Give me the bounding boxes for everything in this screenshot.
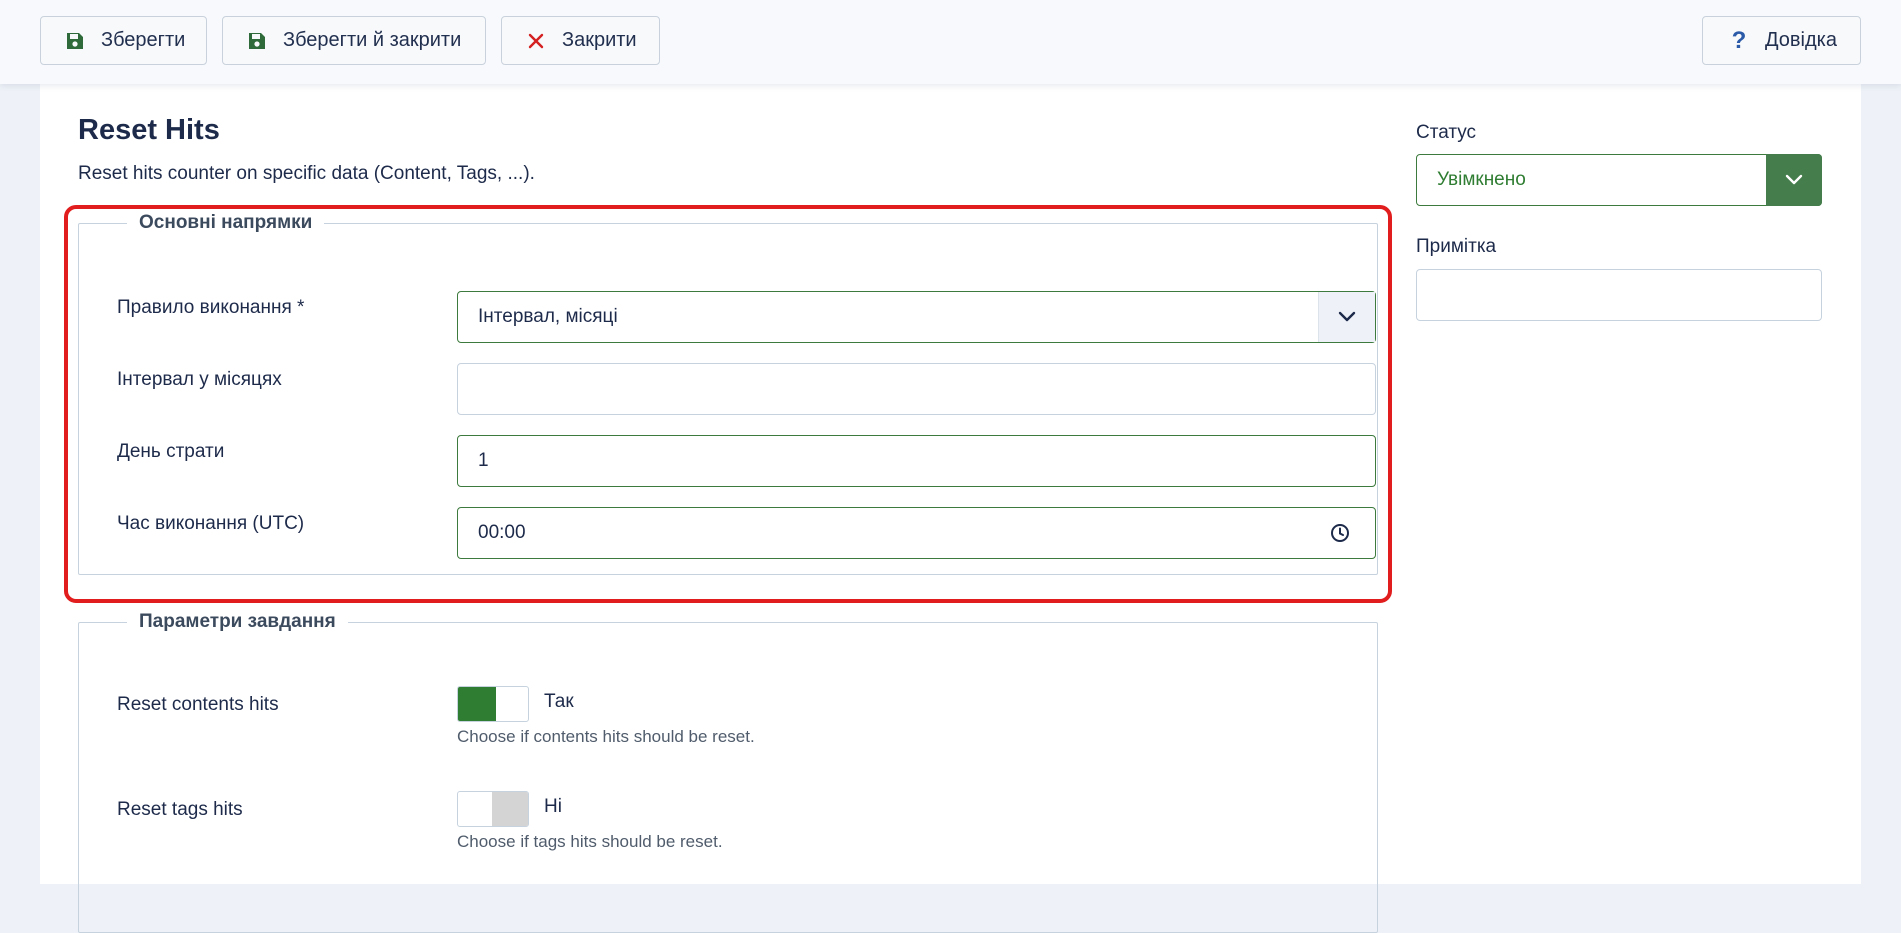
main-settings-group: Основні напрямки Правило виконання * Інт… [78, 212, 1378, 575]
status-label: Статус [1416, 122, 1477, 143]
execution-rule-value: Інтервал, місяці [478, 306, 618, 327]
chevron-down-icon [1766, 154, 1822, 206]
reset-contents-hits-label: Reset contents hits [117, 694, 279, 715]
save-icon [63, 29, 87, 53]
close-icon [524, 29, 548, 53]
reset-tags-hits-toggle[interactable] [457, 791, 529, 827]
toolbar: Зберегти Зберегти й закрити Закрити ? До… [0, 0, 1901, 84]
reset-contents-hits-toggle[interactable] [457, 686, 529, 722]
execution-time-value: 00:00 [478, 522, 526, 543]
save-button[interactable]: Зберегти [40, 16, 207, 65]
page-title: Reset Hits [78, 114, 220, 146]
reset-tags-hits-label: Reset tags hits [117, 799, 243, 820]
reset-tags-hits-state: Ні [544, 796, 562, 817]
task-parameters-legend: Параметри завдання [139, 611, 336, 632]
execution-time-input[interactable]: 00:00 [457, 507, 1376, 559]
execution-day-value: 1 [478, 450, 489, 471]
main-settings-legend: Основні напрямки [139, 212, 313, 233]
interval-months-label: Інтервал у місяцях [117, 369, 282, 390]
toggle-on-indicator [458, 687, 496, 721]
reset-contents-hits-state: Так [544, 691, 574, 712]
status-select[interactable]: Увімкнено [1416, 154, 1822, 206]
note-label: Примітка [1416, 236, 1497, 257]
page-description: Reset hits counter on specific data (Con… [78, 163, 535, 184]
task-parameters-group: Параметри завдання Reset contents hits Т… [78, 611, 1378, 933]
save-label: Зберегти [101, 29, 186, 51]
close-button[interactable]: Закрити [501, 16, 660, 65]
execution-day-label: День страти [117, 441, 225, 462]
chevron-down-icon [1318, 292, 1375, 342]
execution-rule-label: Правило виконання * [117, 297, 305, 318]
help-icon: ? [1731, 26, 1747, 54]
clock-icon[interactable] [1329, 522, 1351, 550]
toggle-off-indicator [492, 792, 528, 826]
reset-tags-hits-hint: Choose if tags hits should be reset. [457, 832, 723, 851]
execution-rule-select[interactable]: Інтервал, місяці [457, 291, 1376, 343]
help-button[interactable]: ? Довідка [1702, 16, 1861, 65]
close-label: Закрити [562, 29, 637, 51]
help-label: Довідка [1765, 29, 1837, 51]
interval-months-input[interactable] [457, 363, 1376, 415]
execution-time-label: Час виконання (UTC) [117, 513, 305, 534]
save-and-close-label: Зберегти й закрити [283, 29, 462, 51]
save-and-close-button[interactable]: Зберегти й закрити [222, 16, 486, 65]
save-icon [245, 29, 269, 53]
status-value: Увімкнено [1437, 169, 1526, 190]
main-panel: Reset Hits Reset hits counter on specifi… [40, 84, 1861, 933]
note-input[interactable] [1416, 269, 1822, 321]
execution-day-input[interactable]: 1 [457, 435, 1376, 487]
reset-contents-hits-hint: Choose if contents hits should be reset. [457, 727, 755, 746]
